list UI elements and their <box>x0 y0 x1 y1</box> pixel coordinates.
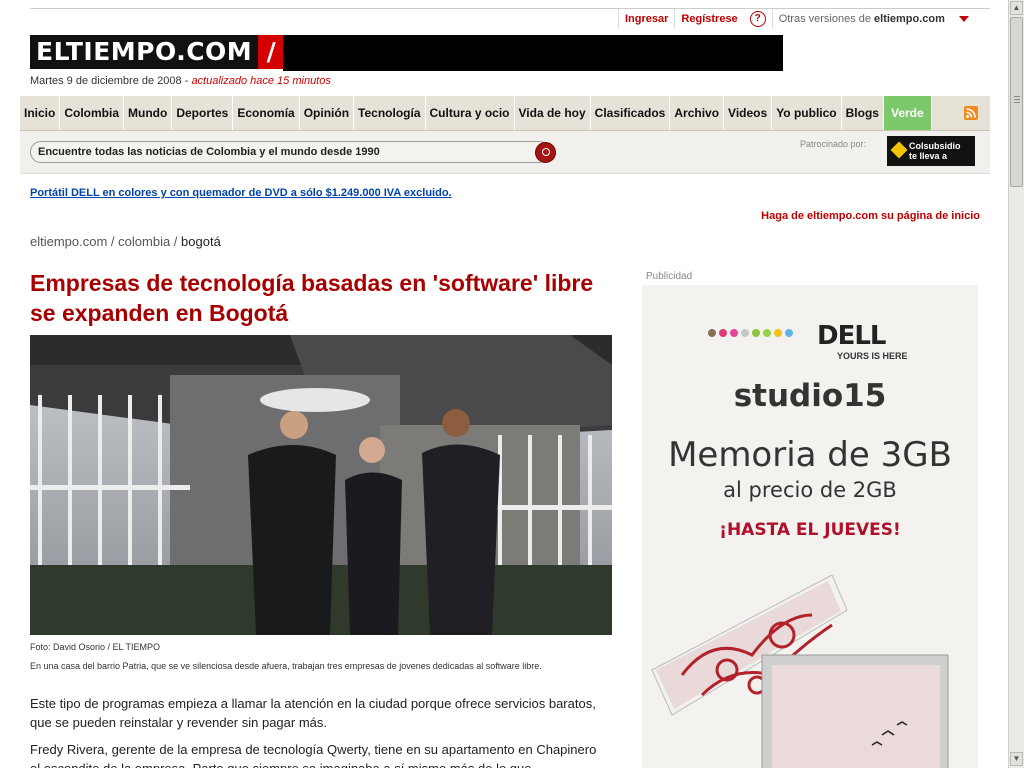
nav-item-mundo[interactable]: Mundo <box>124 96 173 130</box>
breadcrumb-separator: / <box>107 234 119 249</box>
nav-item-archivo[interactable]: Archivo <box>670 96 725 130</box>
promo-link[interactable]: Portátil DELL en colores y con quemador … <box>30 187 452 199</box>
logo-text: ELTIEMPO.COM <box>30 35 259 69</box>
ad-line-1: Memoria de 3GB <box>668 435 952 475</box>
brand-dot <box>785 329 793 337</box>
rss-icon[interactable] <box>964 106 978 120</box>
ad-line-2: al precio de 2GB <box>723 478 897 502</box>
login-link[interactable]: Ingresar <box>618 9 674 29</box>
brand-dot <box>752 329 760 337</box>
updated-text: actualizado hace 15 minutos <box>191 75 331 87</box>
sponsored-label: Patrocinado por: <box>800 139 867 149</box>
nav-item-deportes[interactable]: Deportes <box>172 96 234 130</box>
photo-caption: En una casa del barrio Patria, que se ve… <box>30 661 542 671</box>
breadcrumb: eltiempo.com / colombia / bogotá <box>30 234 221 249</box>
laptop-image <box>651 575 949 768</box>
nav-item-economia[interactable]: Economía <box>233 96 300 130</box>
brand-dots <box>708 329 793 337</box>
logo-slash: / <box>258 35 285 69</box>
ad-product: studio15 <box>733 378 887 414</box>
page: Ingresar Regístrese ? Otras versiones de… <box>20 0 990 768</box>
sponsor-line-2: te lleva a <box>909 151 948 161</box>
search-button[interactable] <box>535 142 556 163</box>
other-versions-label: Otras versiones de <box>778 13 872 25</box>
dell-ad[interactable]: DELL YOURS IS HERE studio15 Memoria de 3… <box>642 285 978 768</box>
scroll-up-icon[interactable]: ▲ <box>1010 1 1023 15</box>
brand-dot <box>708 329 716 337</box>
register-link[interactable]: Regístrese <box>674 9 743 29</box>
nav-item-vida[interactable]: Vida de hoy <box>515 96 591 130</box>
date-text: Martes 9 de diciembre de 2008 - <box>30 75 189 87</box>
nav-item-yo-publico[interactable]: Yo publico <box>772 96 842 130</box>
dell-logo: DELL <box>817 321 886 351</box>
main-nav: Inicio Colombia Mundo Deportes Economía … <box>20 96 990 131</box>
sponsor-logo[interactable]: Colsubsidio te lleva a <box>887 136 975 166</box>
article-paragraph-1: Este tipo de programas empieza a llamar … <box>30 696 596 730</box>
scroll-down-icon[interactable]: ▼ <box>1010 752 1023 766</box>
site-logo[interactable]: ELTIEMPO.COM / <box>30 35 285 69</box>
sponsor-line-1: Colsubsidio <box>909 141 961 151</box>
article-paragraph-2: Fredy Rivera, gerente de la empresa de t… <box>30 742 597 768</box>
photo-credit: Foto: David Osorio / EL TIEMPO <box>30 642 161 652</box>
ad-line-3: ¡HASTA EL JUEVES! <box>719 520 901 540</box>
article-photo <box>30 335 612 635</box>
brand-dot <box>730 329 738 337</box>
ad-tagline: YOURS IS HERE <box>837 351 908 361</box>
nav-item-colombia[interactable]: Colombia <box>60 96 125 130</box>
breadcrumb-home[interactable]: eltiempo.com <box>30 234 107 249</box>
brand-dot <box>719 329 727 337</box>
nav-item-opinion[interactable]: Opinión <box>300 96 355 130</box>
brand-dot <box>763 329 771 337</box>
nav-item-inicio[interactable]: Inicio <box>20 96 61 130</box>
other-versions-site: eltiempo.com <box>874 13 945 25</box>
help-icon[interactable]: ? <box>749 11 766 27</box>
sponsor-mark-icon <box>890 141 908 159</box>
search-band: Encuentre todas las noticias de Colombia… <box>20 131 990 174</box>
brand-dot <box>741 329 749 337</box>
nav-item-tecnologia[interactable]: Tecnología <box>354 96 426 130</box>
scrollbar-thumb[interactable] <box>1010 17 1023 187</box>
brand-dot <box>774 329 782 337</box>
breadcrumb-current: bogotá <box>181 234 221 249</box>
chevron-down-icon <box>958 16 969 22</box>
ad-label: Publicidad <box>646 271 693 282</box>
nav-item-cultura[interactable]: Cultura y ocio <box>426 96 515 130</box>
top-banner-ad[interactable] <box>283 35 783 71</box>
dateline: Martes 9 de diciembre de 2008 - actualiz… <box>30 75 331 87</box>
breadcrumb-section[interactable]: colombia <box>118 234 170 249</box>
breadcrumb-separator: / <box>170 234 182 249</box>
article-headline: Empresas de tecnología basadas en 'softw… <box>30 270 594 326</box>
top-links: Ingresar Regístrese ? Otras versiones de… <box>618 8 973 30</box>
nav-item-verde[interactable]: Verde <box>883 96 932 130</box>
browser-viewport: Ingresar Regístrese ? Otras versiones de… <box>0 0 1008 768</box>
search-input[interactable]: Encuentre todas las noticias de Colombia… <box>30 141 550 163</box>
nav-item-blogs[interactable]: Blogs <box>842 96 884 130</box>
nav-item-videos[interactable]: Videos <box>724 96 773 130</box>
nav-item-clasificados[interactable]: Clasificados <box>591 96 671 130</box>
other-versions-dropdown[interactable]: Otras versiones de eltiempo.com <box>771 9 973 29</box>
vertical-scrollbar[interactable]: ▲ ▼ <box>1008 0 1024 768</box>
set-homepage-link[interactable]: Haga de eltiempo.com su página de inicio <box>761 210 980 222</box>
